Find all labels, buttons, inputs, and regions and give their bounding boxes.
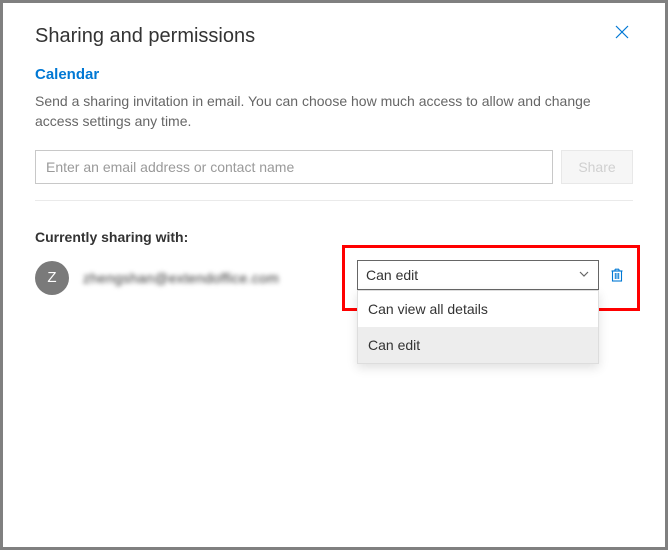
remove-share-button[interactable] (609, 267, 625, 283)
permission-dropdown: Can view all details Can edit (357, 290, 599, 364)
chevron-down-icon (578, 267, 590, 283)
avatar-initial: Z (47, 269, 56, 286)
share-entry-row: Z zhengshan@extendoffice.com Can edit Ca… (35, 261, 633, 295)
section-divider (35, 200, 633, 201)
avatar: Z (35, 261, 69, 295)
close-icon (615, 25, 629, 39)
permission-select[interactable]: Can edit Can view all details Can edit (357, 260, 599, 290)
permission-highlight-box: Can edit Can view all details Can edit (342, 245, 640, 311)
permission-option-can-edit[interactable]: Can edit (358, 327, 598, 363)
email-input[interactable] (35, 150, 553, 184)
calendar-name: Calendar (35, 66, 633, 83)
permission-selected-value: Can edit (366, 267, 418, 283)
panel-header: Sharing and permissions (35, 25, 633, 48)
calendar-description: Send a sharing invitation in email. You … (35, 91, 633, 132)
permission-option-view-all[interactable]: Can view all details (358, 291, 598, 327)
permission-select-trigger[interactable]: Can edit (357, 260, 599, 290)
currently-sharing-label: Currently sharing with: (35, 229, 633, 245)
permission-controls: Can edit Can view all details Can edit (357, 260, 625, 290)
sharing-permissions-panel: Sharing and permissions Calendar Send a … (3, 3, 665, 547)
invite-row: Share (35, 150, 633, 184)
close-button[interactable] (611, 25, 633, 39)
trash-icon (609, 267, 625, 283)
panel-title: Sharing and permissions (35, 25, 255, 48)
share-button[interactable]: Share (561, 150, 633, 184)
